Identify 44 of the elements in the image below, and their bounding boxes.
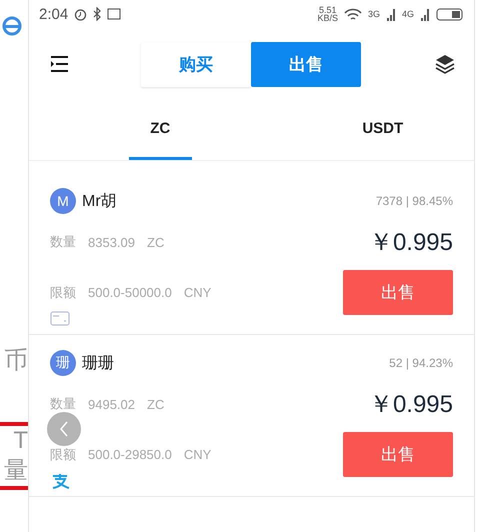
status-time: 2:04 — [39, 6, 68, 22]
price: ￥0.995 — [368, 228, 453, 258]
merchant-name: 珊珊 — [82, 354, 114, 374]
segment-tab[interactable]: 出售 — [251, 42, 361, 86]
alarm-icon — [74, 8, 88, 20]
sell-button[interactable]: 出售 — [343, 270, 453, 315]
app-notification-icon — [107, 8, 122, 20]
avatar: 珊 — [50, 350, 76, 376]
sell-button[interactable]: 出售 — [343, 432, 453, 477]
limit-value: 500.0-29850.0 — [88, 447, 172, 462]
avatar: M — [50, 188, 76, 214]
signal-icon — [420, 8, 430, 20]
alipay-icon — [50, 473, 70, 489]
limit-unit: CNY — [184, 447, 212, 462]
quantity-value: 8353.09 — [88, 234, 135, 250]
network-type: 3G — [368, 9, 380, 19]
background-text: 量 — [4, 456, 28, 486]
net-unit: KB/S — [317, 14, 338, 22]
limit-value: 500.0-50000.0 — [88, 285, 172, 300]
menu-icon[interactable] — [51, 56, 68, 72]
net-speed: 5.51 — [318, 6, 336, 14]
battery-icon — [436, 8, 464, 20]
signal-icon — [386, 8, 396, 20]
network-type: 4G — [402, 9, 414, 19]
background-text: 币 — [4, 346, 28, 376]
field-label: 数量 — [50, 395, 76, 413]
field-label: 限额 — [50, 446, 76, 464]
field-label: 数量 — [50, 233, 76, 251]
bank-card-icon — [50, 311, 70, 326]
merchant-stats: 7378 | 98.45% — [376, 194, 453, 208]
layers-icon[interactable] — [434, 53, 456, 75]
quantity-value: 9495.02 — [88, 396, 135, 412]
chevron-left-icon — [59, 421, 69, 437]
bluetooth-icon — [93, 7, 102, 21]
merchant-stats: 52 | 94.23% — [389, 356, 453, 370]
field-label: 限额 — [50, 284, 76, 302]
limit-unit: CNY — [184, 285, 212, 300]
price: ￥0.995 — [368, 390, 453, 420]
merchant-name: Mr胡 — [82, 192, 117, 212]
quantity-unit: ZC — [147, 396, 164, 412]
quantity-unit: ZC — [147, 234, 164, 250]
wifi-icon — [344, 8, 362, 20]
segment-tab[interactable]: 购买 — [141, 42, 251, 86]
background-text: T — [13, 426, 28, 456]
